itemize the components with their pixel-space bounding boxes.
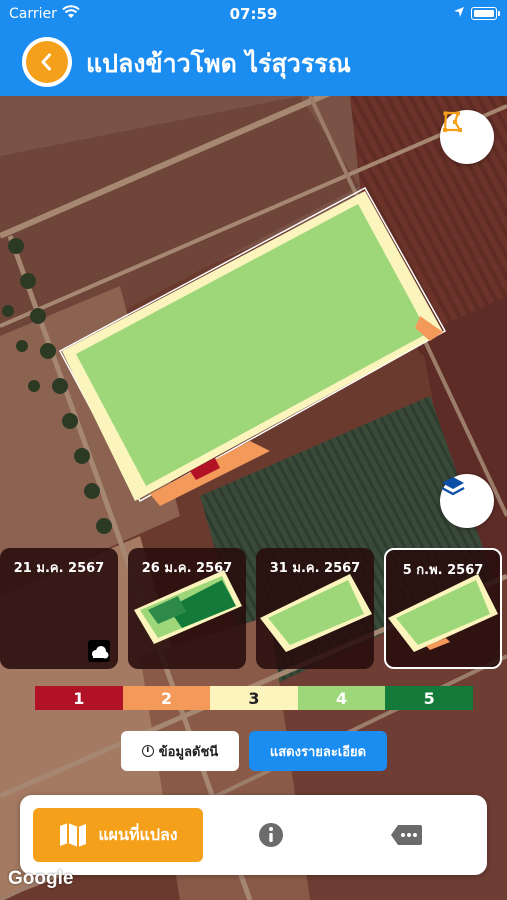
draw-polygon-icon	[443, 111, 462, 132]
info-small-icon: i	[141, 745, 154, 757]
legend-level-4: 4	[297, 686, 386, 710]
back-chevron-icon	[26, 41, 68, 83]
satellite-map[interactable]	[0, 96, 507, 900]
index-info-label: ข้อมูลดัชนี	[158, 744, 219, 760]
legend-level-3: 3	[210, 686, 298, 710]
info-icon	[259, 823, 283, 847]
tab-field-map-label: แผนที่แปลง	[98, 824, 178, 844]
ndvi-legend: 1 2 3 4 5	[35, 686, 473, 710]
tab-info[interactable]	[241, 815, 301, 855]
tab-field-map[interactable]: แผนที่แปลง	[33, 808, 203, 862]
layers-icon	[441, 477, 465, 496]
map-icon	[60, 823, 87, 847]
thumbnail-ndvi-preview	[388, 574, 498, 652]
google-attribution: Google	[8, 868, 74, 889]
thumbnail-date-2[interactable]: 26 ม.ค. 2567	[128, 548, 246, 669]
tab-more[interactable]	[377, 815, 437, 855]
index-info-button[interactable]: i ข้อมูลดัชนี	[121, 731, 239, 771]
back-button[interactable]	[22, 37, 72, 87]
cloud-icon	[88, 640, 110, 662]
legend-level-5: 5	[385, 686, 473, 710]
date-thumbnail-strip: 21 ม.ค. 2567 26 ม.ค. 2567 31 ม.ค. 2567 5…	[0, 548, 507, 669]
page-title: แปลงข้าวโพด ไร่สุวรรณ	[86, 49, 351, 78]
more-tag-icon	[391, 825, 422, 845]
show-details-button[interactable]: แสดงรายละเอียด	[249, 731, 387, 771]
bottom-nav: แผนที่แปลง	[20, 795, 487, 875]
thumbnail-date-1[interactable]: 21 ม.ค. 2567	[0, 548, 118, 669]
thumbnail-date-3[interactable]: 31 ม.ค. 2567	[256, 548, 374, 669]
map-layers-button[interactable]	[440, 474, 494, 528]
thumbnail-ndvi-preview	[260, 574, 372, 652]
legend-level-1: 1	[35, 686, 123, 710]
show-details-label: แสดงรายละเอียด	[269, 744, 367, 760]
status-bar: Carrier 07:59	[0, 0, 507, 30]
thumbnail-ndvi-preview	[134, 570, 242, 644]
thumbnail-date-4[interactable]: 5 ก.พ. 2567	[384, 548, 502, 669]
clock: 07:59	[229, 5, 278, 23]
draw-field-button[interactable]	[440, 110, 494, 164]
legend-level-2: 2	[122, 686, 211, 710]
map-imagery	[0, 96, 507, 900]
location-arrow-icon	[454, 7, 464, 17]
app-header: Carrier 07:59 แปลงข้าวโพด ไร่สุวรรณ	[0, 0, 507, 96]
battery-icon	[471, 7, 500, 20]
